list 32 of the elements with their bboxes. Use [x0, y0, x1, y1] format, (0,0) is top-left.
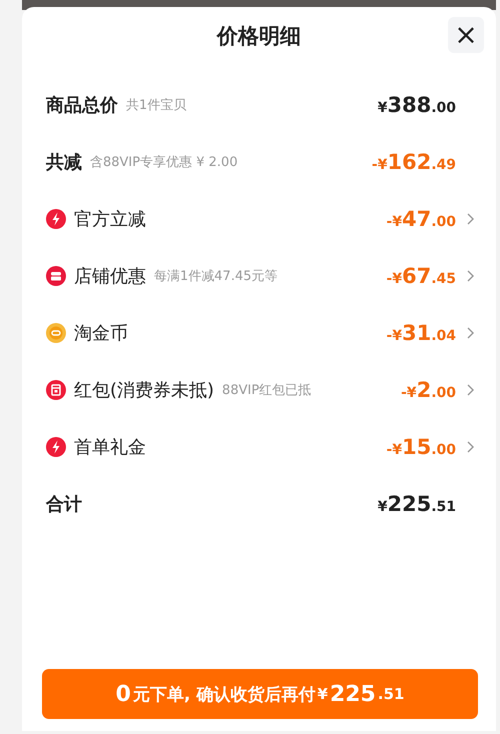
row-label: 共减	[46, 150, 82, 174]
amount: ¥388.00	[378, 92, 456, 116]
row-note: 每满1件减47.45元等	[154, 268, 278, 284]
row-label: 商品总价	[46, 94, 118, 116]
chevron-right-icon	[467, 270, 474, 282]
row-label: 红包(消费券未抵)	[74, 378, 214, 402]
amount: ¥225.51	[378, 492, 456, 516]
amount: -¥67.45	[386, 264, 456, 288]
row-label: 淘金币	[74, 322, 128, 344]
row-note: 88VIP红包已抵	[222, 382, 312, 398]
coin-icon	[46, 322, 66, 342]
amount: -¥47.00	[386, 206, 456, 230]
amount: -¥2.00	[401, 378, 456, 402]
sheet-title: 价格明细	[217, 23, 301, 50]
amount: -¥162.49	[372, 150, 456, 174]
amount: -¥15.00	[386, 434, 456, 458]
amount: -¥31.04	[386, 320, 456, 344]
lightning-icon	[46, 436, 66, 456]
row-label: 合计	[46, 492, 82, 516]
row-note: 含88VIP专享优惠 ¥ 2.00	[90, 154, 238, 170]
row-label: 店铺优惠	[74, 264, 146, 288]
row-label: 官方立减	[74, 208, 146, 230]
close-button[interactable]: ×	[448, 17, 484, 53]
envelope-icon	[46, 380, 66, 400]
row-note: 共1件宝贝	[126, 96, 186, 114]
row-label: 首单礼金	[74, 436, 146, 458]
chevron-right-icon	[467, 384, 474, 396]
chevron-right-icon	[467, 440, 474, 452]
chevron-right-icon	[467, 326, 474, 338]
lightning-icon	[46, 208, 66, 228]
chevron-right-icon	[467, 212, 474, 224]
shop-icon	[46, 266, 66, 286]
